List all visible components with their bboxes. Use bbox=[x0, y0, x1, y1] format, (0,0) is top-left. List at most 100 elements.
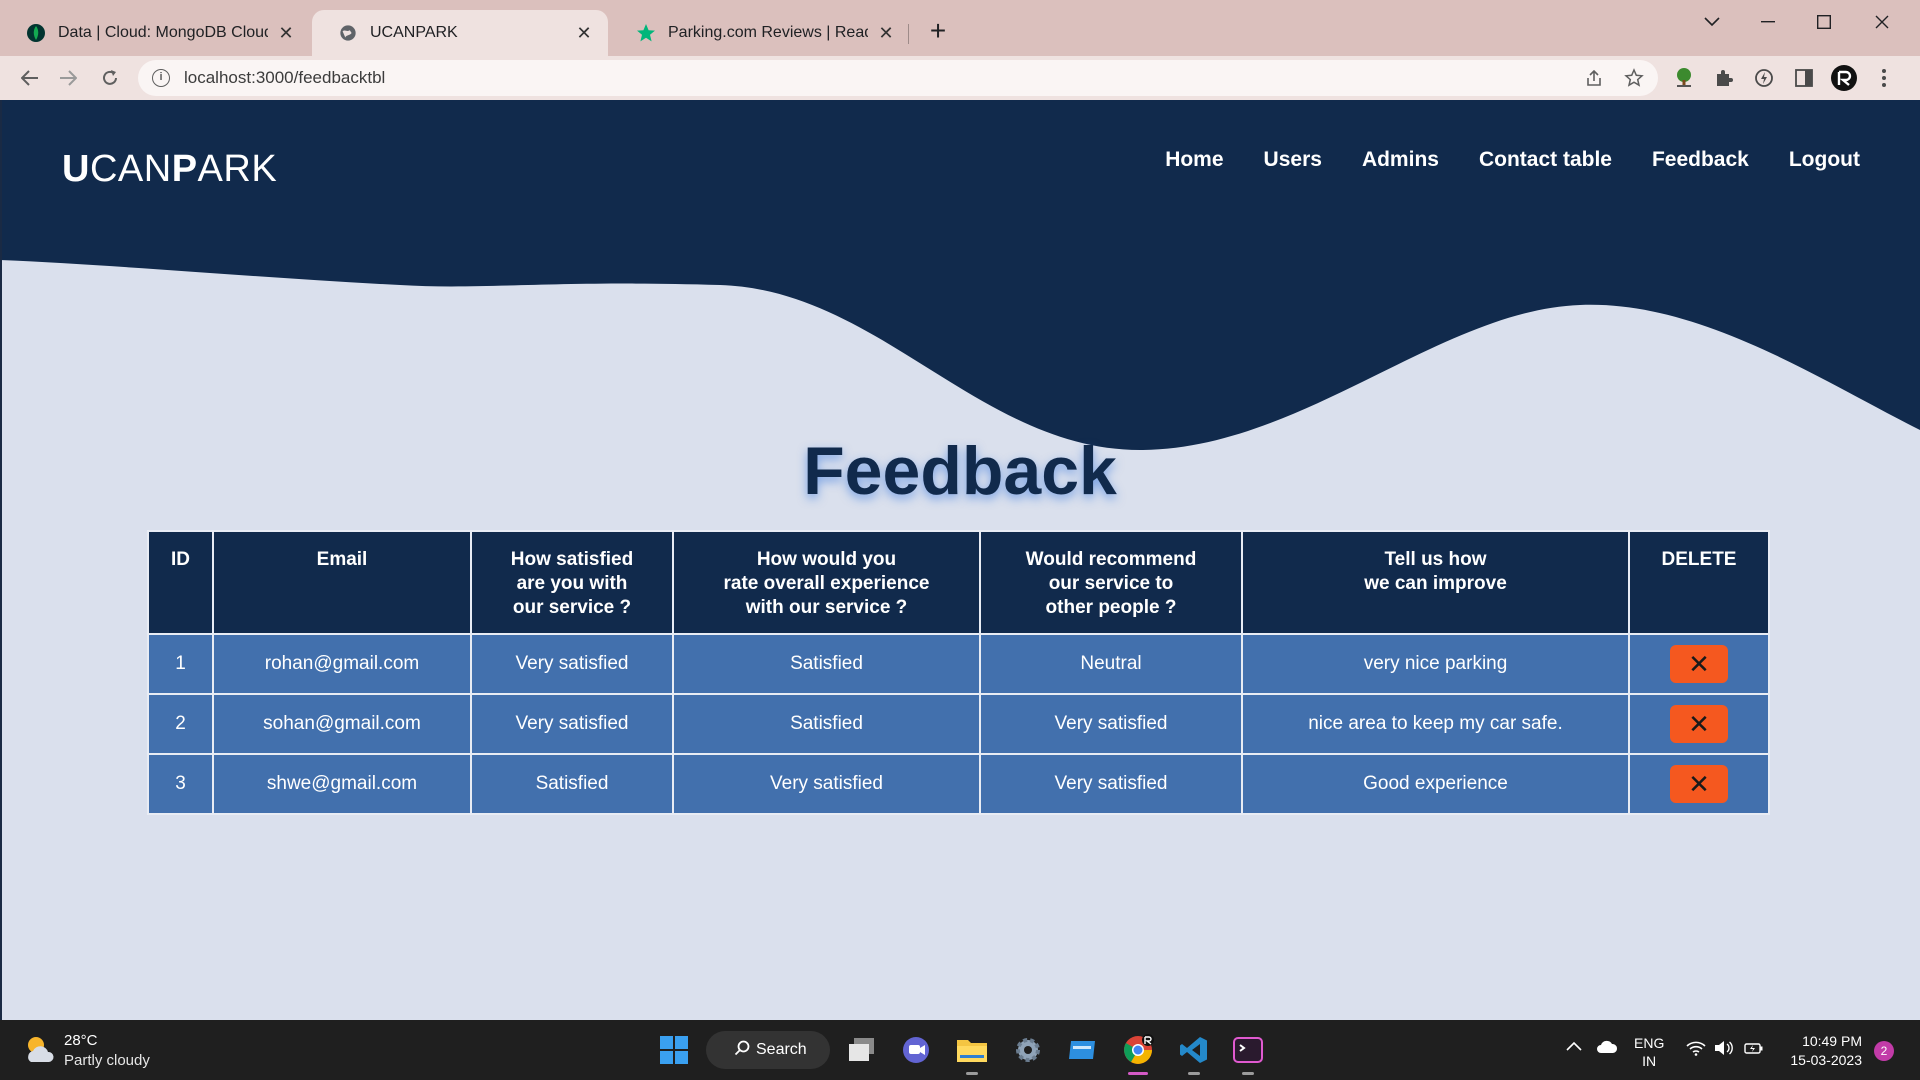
tab-search-chevron-icon[interactable] bbox=[1684, 4, 1740, 40]
vscode-icon[interactable] bbox=[1174, 1030, 1214, 1070]
cell-id: 1 bbox=[147, 633, 214, 695]
cell-recommend: Neutral bbox=[979, 633, 1243, 695]
site-brand-logo[interactable]: UCANPARK bbox=[62, 148, 277, 191]
globe-icon bbox=[338, 23, 358, 43]
table-header-row: ID Email How satisfied are you with our se… bbox=[147, 530, 1770, 635]
weather-description[interactable]: Partly cloudy bbox=[64, 1052, 150, 1069]
onedrive-cloud-icon[interactable] bbox=[1596, 1040, 1618, 1057]
system-clock[interactable]: 10:49 PM 15-03-2023 bbox=[1782, 1032, 1862, 1070]
close-x-icon: ✕ bbox=[1688, 709, 1710, 739]
side-panel-icon[interactable] bbox=[1788, 62, 1820, 94]
close-x-icon: ✕ bbox=[1688, 649, 1710, 679]
running-indicator bbox=[966, 1072, 978, 1075]
wifi-icon[interactable] bbox=[1686, 1040, 1706, 1059]
nav-logout[interactable]: Logout bbox=[1789, 148, 1860, 172]
file-explorer-icon[interactable] bbox=[952, 1030, 992, 1070]
cell-email: shwe@gmail.com bbox=[212, 753, 472, 815]
back-arrow-icon[interactable] bbox=[14, 62, 46, 94]
col-improve-header: Tell us how we can improve bbox=[1241, 530, 1630, 635]
maximize-icon[interactable] bbox=[1796, 4, 1852, 40]
url-text: localhost:3000/feedbacktbl bbox=[184, 68, 386, 87]
chrome-browser-icon[interactable] bbox=[1118, 1030, 1158, 1070]
share-icon[interactable] bbox=[1578, 62, 1610, 94]
nav-feedback[interactable]: Feedback bbox=[1652, 148, 1749, 172]
delete-row-button[interactable]: ✕ bbox=[1670, 645, 1728, 683]
tab-mongodb[interactable]: Data | Cloud: MongoDB Cloud ✕ bbox=[0, 10, 310, 56]
cell-delete: ✕ bbox=[1628, 753, 1770, 815]
settings-gear-icon[interactable] bbox=[1008, 1030, 1048, 1070]
cell-satisfied: Very satisfied bbox=[470, 693, 674, 755]
battery-icon[interactable] bbox=[1744, 1040, 1764, 1059]
bookmark-star-icon[interactable] bbox=[1618, 62, 1650, 94]
taskbar-search-button[interactable]: Search bbox=[706, 1031, 830, 1069]
tree-extension-icon[interactable] bbox=[1668, 62, 1700, 94]
table-row: 3 shwe@gmail.com Satisfied Very satisfie… bbox=[147, 753, 1770, 815]
task-view-icon[interactable] bbox=[842, 1030, 882, 1070]
terminal-icon[interactable] bbox=[1228, 1030, 1268, 1070]
col-email-header: Email bbox=[212, 530, 472, 635]
tab-separator bbox=[908, 24, 909, 44]
address-bar[interactable]: i localhost:3000/feedbacktbl bbox=[138, 60, 1658, 96]
language-indicator[interactable]: ENG IN bbox=[1634, 1034, 1664, 1070]
app-window-icon[interactable] bbox=[1062, 1030, 1102, 1070]
cell-delete: ✕ bbox=[1628, 693, 1770, 755]
cell-email: rohan@gmail.com bbox=[212, 633, 472, 695]
col-satisfied-header: How satisfied are you with our service ? bbox=[470, 530, 674, 635]
search-icon bbox=[734, 1040, 750, 1061]
tab-title: Data | Cloud: MongoDB Cloud bbox=[58, 24, 268, 41]
cell-improve: very nice parking bbox=[1241, 633, 1630, 695]
cell-satisfied: Satisfied bbox=[470, 753, 674, 815]
minimize-icon[interactable] bbox=[1740, 4, 1796, 40]
cell-improve: nice area to keep my car safe. bbox=[1241, 693, 1630, 755]
cell-id: 3 bbox=[147, 753, 214, 815]
nav-contact-table[interactable]: Contact table bbox=[1479, 148, 1612, 172]
nav-admins[interactable]: Admins bbox=[1362, 148, 1439, 172]
col-overall-header: How would you rate overall experience with… bbox=[672, 530, 981, 635]
forward-arrow-icon[interactable] bbox=[52, 62, 84, 94]
tab-title: Parking.com Reviews | Read Custo bbox=[668, 24, 868, 41]
browser-toolbar: i localhost:3000/feedbacktbl bbox=[0, 56, 1920, 100]
running-indicator bbox=[1242, 1072, 1254, 1075]
close-tab-icon[interactable]: ✕ bbox=[276, 23, 296, 43]
cell-overall: Satisfied bbox=[672, 633, 981, 695]
chrome-menu-icon[interactable] bbox=[1868, 62, 1900, 94]
nav-home[interactable]: Home bbox=[1165, 148, 1223, 172]
delete-row-button[interactable]: ✕ bbox=[1670, 765, 1728, 803]
site-info-icon[interactable]: i bbox=[152, 69, 170, 87]
notification-badge[interactable]: 2 bbox=[1874, 1041, 1894, 1061]
nav-users[interactable]: Users bbox=[1264, 148, 1322, 172]
feedback-table: ID Email How satisfied are you with our se… bbox=[147, 530, 1770, 815]
profile-avatar-icon[interactable] bbox=[1828, 62, 1860, 94]
mongodb-leaf-icon bbox=[26, 23, 46, 43]
cell-delete: ✕ bbox=[1628, 633, 1770, 695]
windows-start-icon[interactable] bbox=[654, 1030, 694, 1070]
tab-ucanpark[interactable]: UCANPARK ✕ bbox=[312, 10, 608, 56]
close-tab-icon[interactable]: ✕ bbox=[574, 23, 594, 43]
weather-temperature[interactable]: 28°C bbox=[64, 1032, 98, 1049]
col-delete-header: DELETE bbox=[1628, 530, 1770, 635]
reload-icon[interactable] bbox=[94, 62, 126, 94]
main-nav: Home Users Admins Contact table Feedback… bbox=[1165, 148, 1860, 172]
close-x-icon: ✕ bbox=[1688, 769, 1710, 799]
close-tab-icon[interactable]: ✕ bbox=[876, 23, 896, 43]
partly-cloudy-weather-icon[interactable] bbox=[22, 1032, 58, 1068]
table-row: 2 sohan@gmail.com Very satisfied Satisfi… bbox=[147, 693, 1770, 755]
active-app-indicator bbox=[1128, 1072, 1148, 1075]
cell-email: sohan@gmail.com bbox=[212, 693, 472, 755]
col-recommend-header: Would recommend our service to other peopl… bbox=[979, 530, 1243, 635]
cell-recommend: Very satisfied bbox=[979, 753, 1243, 815]
tab-parking-reviews[interactable]: Parking.com Reviews | Read Custo ✕ bbox=[610, 10, 910, 56]
delete-row-button[interactable]: ✕ bbox=[1670, 705, 1728, 743]
puzzle-extensions-icon[interactable] bbox=[1708, 62, 1740, 94]
tab-title: UCANPARK bbox=[370, 24, 458, 41]
cell-overall: Very satisfied bbox=[672, 753, 981, 815]
new-tab-button[interactable]: + bbox=[924, 17, 952, 46]
teams-chat-icon[interactable] bbox=[896, 1030, 936, 1070]
running-indicator bbox=[1188, 1072, 1200, 1075]
close-window-icon[interactable] bbox=[1854, 4, 1910, 40]
cell-recommend: Very satisfied bbox=[979, 693, 1243, 755]
volume-icon[interactable] bbox=[1714, 1040, 1734, 1059]
hidden-icons-chevron-up-icon[interactable] bbox=[1566, 1038, 1582, 1054]
performance-extension-icon[interactable] bbox=[1748, 62, 1780, 94]
search-label: Search bbox=[756, 1041, 807, 1058]
